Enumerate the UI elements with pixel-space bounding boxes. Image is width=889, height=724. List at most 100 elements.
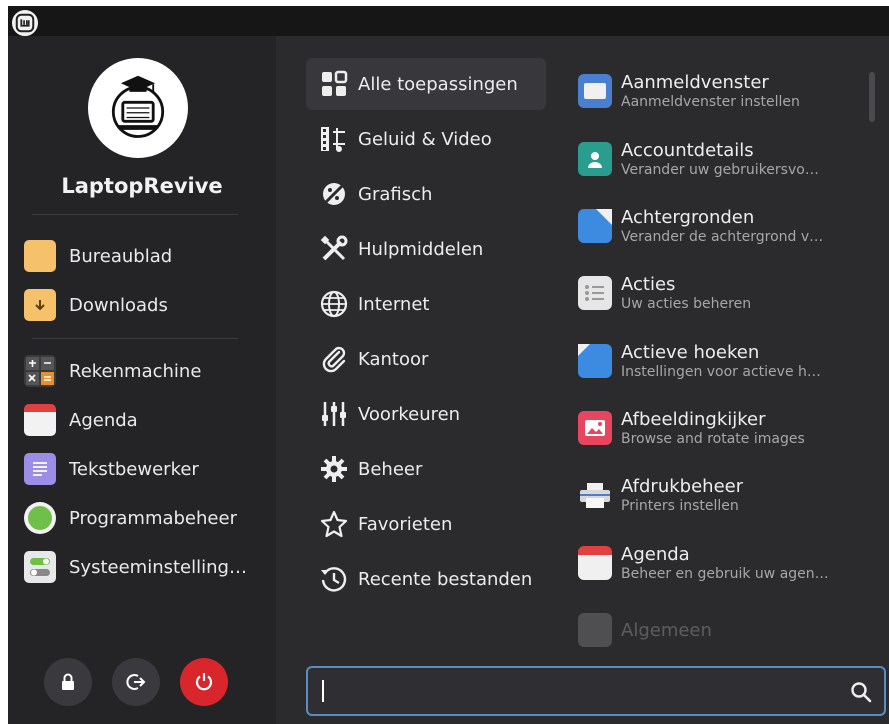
top-panel <box>8 6 889 36</box>
place-label: Downloads <box>69 294 168 316</box>
app-name: Algemeen <box>621 619 712 641</box>
history-icon <box>318 563 350 595</box>
calculator-icon <box>24 355 56 387</box>
app-description: Beheer en gebruik uw agen… <box>621 566 829 582</box>
app-name: Agenda <box>621 544 690 565</box>
app-name: Aanmeldvenster <box>621 72 769 93</box>
star-icon <box>318 508 350 540</box>
favorite-rekenmachine[interactable]: Rekenmachine <box>24 351 264 391</box>
category-label: Alle toepassingen <box>358 73 518 95</box>
lock-button[interactable] <box>44 658 92 706</box>
category-kantoor[interactable]: Kantoor <box>306 333 546 385</box>
backgrounds-icon <box>578 209 612 243</box>
app-algemeen[interactable]: Algemeen <box>578 602 868 658</box>
app-description: Verander de achtergrond v… <box>621 229 824 245</box>
avatar[interactable] <box>88 58 188 158</box>
app-aanmeldvenster[interactable]: Aanmeldvenster Aanmeldvenster instellen <box>578 63 868 119</box>
app-acties[interactable]: Acties Uw acties beheren <box>578 265 868 321</box>
favorite-label: Rekenmachine <box>69 360 202 382</box>
app-actieve-hoeken[interactable]: Actieve hoeken Instellingen voor actieve … <box>578 333 868 389</box>
app-name: Actieve hoeken <box>621 342 760 363</box>
favorite-systeeminstellingen[interactable]: Systeeminstelling… <box>24 547 264 587</box>
software-manager-icon <box>24 502 56 534</box>
app-accountdetails[interactable]: Accountdetails Verander uw gebruikersvo… <box>578 131 868 187</box>
category-recente-bestanden[interactable]: Recente bestanden <box>306 553 546 605</box>
scrollbar[interactable] <box>869 72 875 122</box>
system-settings-icon <box>24 551 56 583</box>
app-description: Aanmeldvenster instellen <box>621 94 800 110</box>
place-bureaublad[interactable]: Bureaublad <box>24 236 264 276</box>
search-icon[interactable] <box>850 681 872 703</box>
login-window-icon <box>578 74 612 108</box>
divider <box>32 214 238 215</box>
hot-corners-icon <box>578 344 612 378</box>
app-description: Verander uw gebruikersvo… <box>621 162 819 178</box>
printer-icon <box>578 478 612 512</box>
category-favorieten[interactable]: Favorieten <box>306 498 546 550</box>
grid-icon <box>318 68 350 100</box>
power-button[interactable] <box>180 658 228 706</box>
application-menu: LaptopRevive Bureaublad Downloads Rekenm… <box>8 36 889 724</box>
paperclip-icon <box>318 343 350 375</box>
app-afbeeldingkijker[interactable]: Afbeeldingkijker Browse and rotate images <box>578 400 868 456</box>
favorite-label: Systeeminstelling… <box>69 556 247 578</box>
app-name: Accountdetails <box>621 140 754 161</box>
calendar-icon <box>578 546 612 580</box>
gear-icon <box>318 453 350 485</box>
category-hulpmiddelen[interactable]: Hulpmiddelen <box>306 223 546 275</box>
actions-icon <box>578 276 612 310</box>
category-grafisch[interactable]: Grafisch <box>306 168 546 220</box>
tools-icon <box>318 233 350 265</box>
category-label: Hulpmiddelen <box>358 238 484 260</box>
app-achtergronden[interactable]: Achtergronden Verander de achtergrond v… <box>578 198 868 254</box>
place-downloads[interactable]: Downloads <box>24 285 264 325</box>
favorite-agenda[interactable]: Agenda <box>24 400 264 440</box>
category-beheer[interactable]: Beheer <box>306 443 546 495</box>
graphics-icon <box>318 178 350 210</box>
app-name: Achtergronden <box>621 207 755 228</box>
app-name: Acties <box>621 274 676 295</box>
category-alle-toepassingen[interactable]: Alle toepassingen <box>306 58 546 110</box>
category-label: Grafisch <box>358 183 433 205</box>
category-geluid-video[interactable]: Geluid & Video <box>306 113 546 165</box>
app-description: Uw acties beheren <box>621 296 752 312</box>
sidebar: LaptopRevive Bureaublad Downloads Rekenm… <box>8 36 276 724</box>
mint-menu-icon[interactable] <box>10 8 40 38</box>
downloads-folder-icon <box>24 289 56 321</box>
sliders-icon <box>318 398 350 430</box>
category-internet[interactable]: Internet <box>306 278 546 330</box>
search-box[interactable] <box>306 666 886 716</box>
category-label: Geluid & Video <box>358 128 492 150</box>
app-description: Printers instellen <box>621 498 739 514</box>
globe-icon <box>318 288 350 320</box>
logout-icon <box>126 674 146 690</box>
folder-icon <box>24 240 56 272</box>
app-name: Afbeeldingkijker <box>621 409 766 430</box>
user-name: LaptopRevive <box>61 174 223 198</box>
favorite-programmabeheer[interactable]: Programmabeheer <box>24 498 264 538</box>
text-editor-icon <box>24 453 56 485</box>
category-label: Internet <box>358 293 430 315</box>
general-settings-icon <box>578 613 612 647</box>
logout-button[interactable] <box>112 658 160 706</box>
favorite-tekstbewerker[interactable]: Tekstbewerker <box>24 449 264 489</box>
app-agenda[interactable]: Agenda Beheer en gebruik uw agen… <box>578 535 868 591</box>
app-afdrukbeheer[interactable]: Afdrukbeheer Printers instellen <box>578 467 868 523</box>
app-name: Afdrukbeheer <box>621 476 744 497</box>
favorite-label: Programmabeheer <box>69 507 237 529</box>
category-label: Voorkeuren <box>358 403 461 425</box>
category-label: Recente bestanden <box>358 568 533 590</box>
lock-icon <box>62 673 74 690</box>
app-description: Instellingen voor actieve h… <box>621 364 821 380</box>
category-label: Kantoor <box>358 348 429 370</box>
search-input[interactable] <box>324 680 824 702</box>
image-viewer-icon <box>578 411 612 445</box>
favorite-label: Tekstbewerker <box>69 458 199 480</box>
laptop-graduation-icon <box>111 75 165 138</box>
category-voorkeuren[interactable]: Voorkeuren <box>306 388 546 440</box>
app-description: Browse and rotate images <box>621 431 805 447</box>
divider <box>32 338 238 339</box>
account-icon <box>578 142 612 176</box>
calendar-icon <box>24 404 56 436</box>
category-label: Beheer <box>358 458 423 480</box>
